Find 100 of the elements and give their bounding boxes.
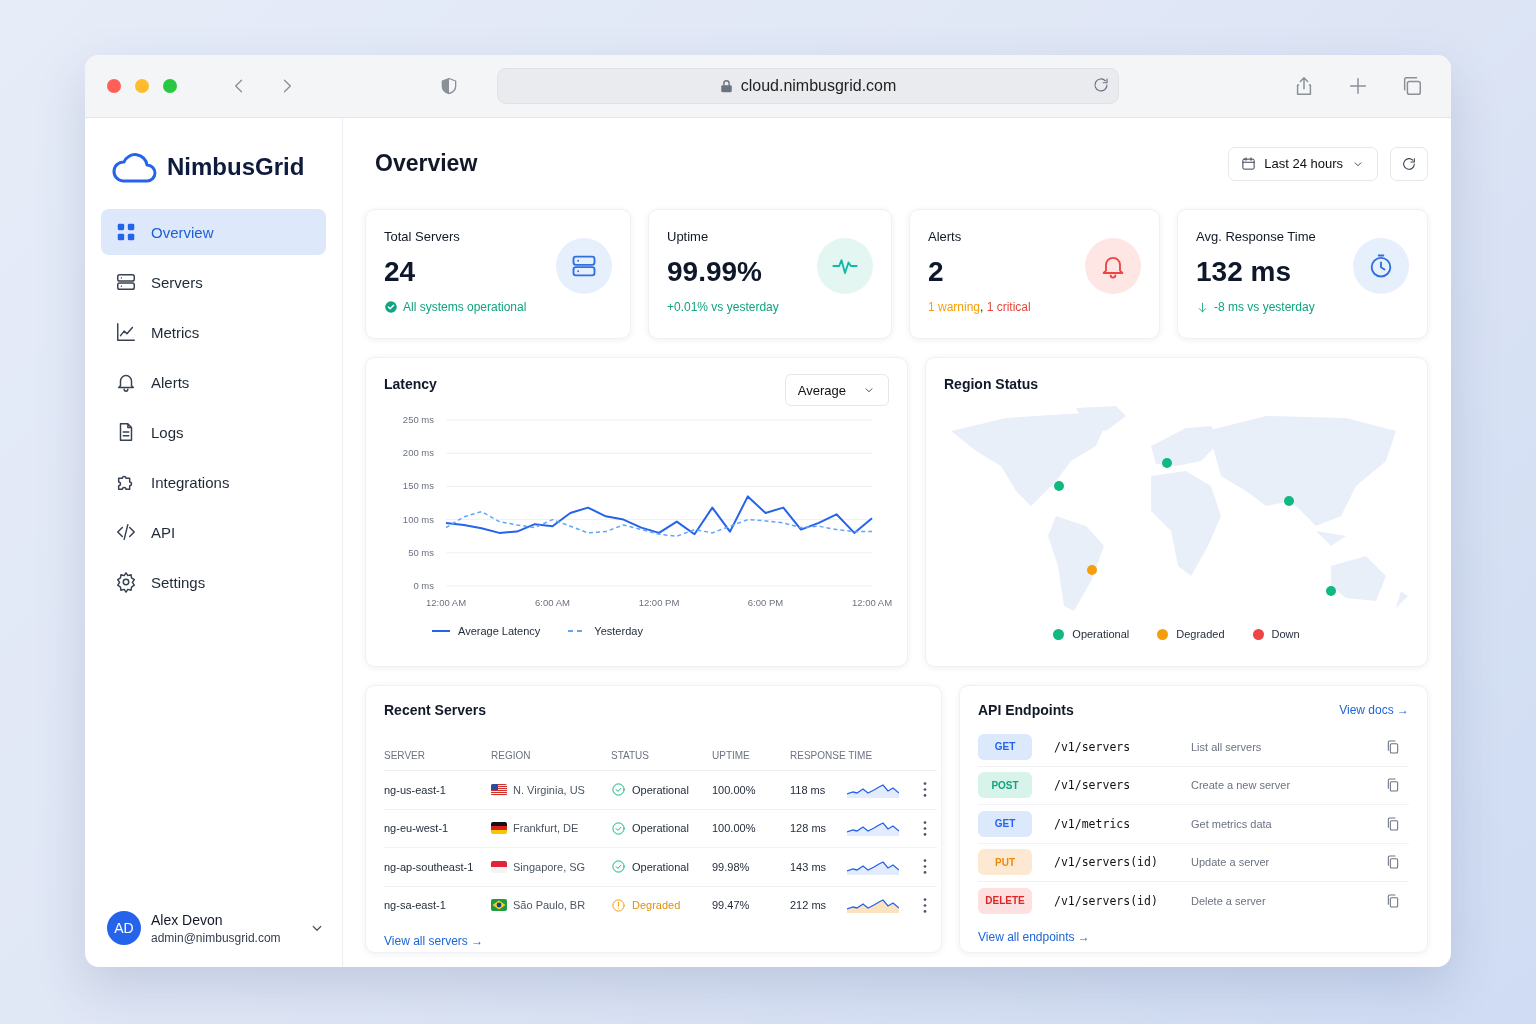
copy-icon [1385, 815, 1401, 832]
shield-icon[interactable] [439, 76, 459, 96]
stat-note: 1 warning, 1 critical [928, 300, 1031, 314]
user-email: admin@nimbusgrid.com [151, 930, 282, 945]
table-cell: 212 ms [790, 899, 827, 912]
more-icon[interactable] [923, 897, 927, 913]
maximize-window-button[interactable] [163, 79, 177, 93]
address-field[interactable]: cloud.nimbusgrid.com [497, 68, 1119, 104]
card-title: Recent Servers [384, 702, 486, 718]
legend-label: Degraded [1176, 628, 1225, 640]
flag-icon [491, 899, 507, 912]
endpoint-path: /v1/servers(id) [1054, 855, 1159, 870]
table-cell: ng-sa-east-1 [384, 899, 446, 912]
table-cell: 143 ms [790, 860, 827, 873]
status-label: Degraded [632, 899, 681, 912]
warning-icon [611, 897, 626, 913]
stat-label: Avg. Response Time [1196, 229, 1316, 244]
tabs-icon[interactable] [1401, 75, 1423, 97]
copy-icon [1385, 854, 1401, 871]
flag-icon [491, 860, 507, 873]
method-badge: GET [978, 733, 1032, 760]
stat-value: 99.99% [667, 256, 763, 288]
plus-icon[interactable] [1347, 75, 1369, 97]
axis-label: 200 ms [402, 447, 434, 459]
endpoint-description: Delete a server [1191, 894, 1267, 907]
table-cell: 128 ms [790, 822, 827, 835]
date-range-button[interactable]: Last 24 hours [1228, 146, 1378, 181]
column-header: STATUS [611, 749, 649, 761]
nav-item[interactable]: Integrations [101, 459, 326, 505]
table-cell: 100.00% [712, 783, 756, 796]
minimize-window-button[interactable] [135, 79, 149, 93]
method-badge: DELETE [978, 887, 1032, 914]
endpoint-description: List all servers [1191, 740, 1263, 753]
table-cell: N. Virginia, US [513, 783, 585, 796]
nav-item[interactable]: Metrics [101, 309, 326, 355]
view-all-servers-link[interactable]: View all servers → [384, 934, 484, 948]
axis-label: 50 ms [408, 546, 434, 558]
table-cell: Singapore, SG [513, 860, 586, 873]
sparkline [847, 820, 899, 837]
cloud-icon [111, 150, 157, 184]
map-pin[interactable] [1161, 457, 1172, 468]
page-title: Overview [375, 150, 478, 177]
axis-label: 12:00 AM [851, 597, 893, 608]
more-icon[interactable] [923, 859, 927, 875]
card-title: Region Status [944, 376, 1039, 392]
stat-label: Alerts [928, 229, 963, 244]
card-title: API Endpoints [978, 702, 1074, 718]
endpoint-path: /v1/servers(id) [1054, 893, 1159, 908]
check-icon [611, 782, 626, 798]
chart-icon [115, 321, 137, 343]
stat-label: Total Servers [384, 229, 461, 244]
endpoint-path: /v1/metrics [1054, 816, 1132, 831]
copy-icon [1385, 777, 1401, 794]
card-title: Latency [384, 376, 437, 392]
refresh-icon [1401, 155, 1417, 172]
map-pin[interactable] [1086, 564, 1097, 575]
nav-item[interactable]: API [101, 509, 326, 555]
legend-label: Operational [1072, 628, 1130, 640]
more-icon[interactable] [923, 820, 927, 836]
axis-label: 250 ms [402, 414, 434, 425]
method-badge: POST [978, 772, 1032, 799]
view-docs-link[interactable]: View docs → [1339, 703, 1409, 717]
flag-icon [491, 783, 507, 796]
legend-label: Average Latency [458, 625, 541, 637]
copy-icon [1385, 738, 1401, 755]
close-window-button[interactable] [107, 79, 121, 93]
axis-label: 100 ms [402, 513, 434, 525]
nav-item[interactable]: Servers [101, 259, 326, 305]
column-header: RESPONSE TIME [790, 749, 873, 761]
endpoint-description: Update a server [1191, 856, 1271, 869]
avatar[interactable]: AD [107, 911, 141, 945]
table-cell: ng-ap-southeast-1 [384, 860, 474, 873]
aggregation-dropdown[interactable]: Average [784, 374, 889, 406]
axis-label: 6:00 AM [535, 597, 570, 608]
map-pin[interactable] [1284, 495, 1295, 506]
user-name: Alex Devon [151, 911, 224, 928]
stat-value: 24 [384, 256, 417, 288]
nav-item[interactable]: Logs [101, 409, 326, 455]
map-pin[interactable] [1326, 585, 1337, 596]
more-icon[interactable] [923, 782, 927, 798]
axis-label: 150 ms [402, 480, 434, 492]
status-label: Operational [632, 783, 689, 796]
stat-label: Uptime [667, 229, 710, 244]
stat-value: 132 ms [1196, 256, 1292, 288]
view-all-endpoints-link[interactable]: View all endpoints → [978, 929, 1090, 944]
stat-value: 2 [928, 256, 945, 288]
brand-name: NimbusGrid [167, 153, 305, 181]
lock-icon [719, 79, 733, 93]
nav-item[interactable]: Overview [101, 209, 326, 255]
legend-label: Yesterday [594, 625, 643, 637]
calendar-icon [1241, 156, 1257, 171]
legend-swatch-icon [432, 629, 450, 633]
endpoint-description: Get metrics data [1191, 817, 1273, 830]
refresh-button[interactable] [1390, 146, 1428, 181]
nav-item[interactable]: Alerts [101, 359, 326, 405]
nav-item[interactable]: Settings [101, 559, 326, 605]
column-header: REGION [491, 749, 531, 761]
map-pin[interactable] [1053, 480, 1064, 491]
axis-label: 0 ms [413, 580, 434, 591]
legend-label: Down [1271, 628, 1300, 640]
